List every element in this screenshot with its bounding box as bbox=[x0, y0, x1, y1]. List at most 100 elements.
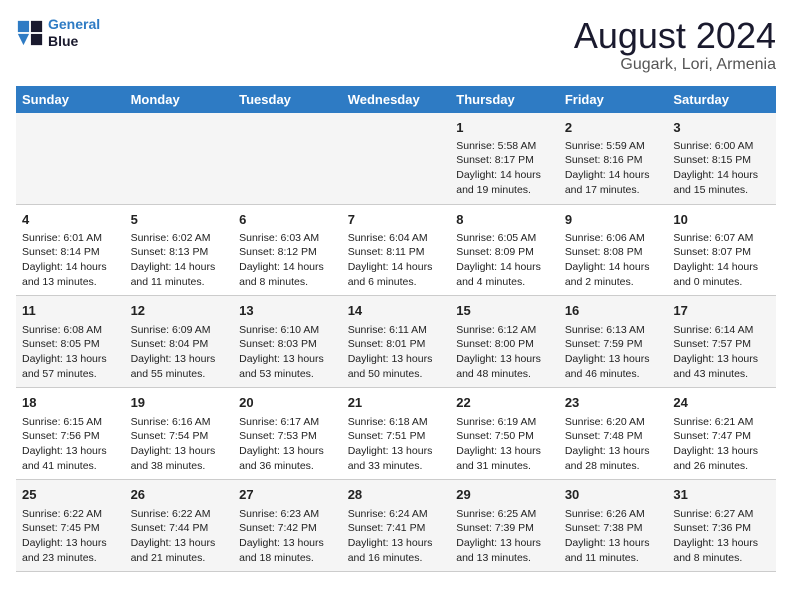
day-info: Sunset: 7:45 PM bbox=[22, 521, 119, 536]
day-info: Sunrise: 6:03 AM bbox=[239, 231, 336, 246]
day-info: and 16 minutes. bbox=[348, 551, 445, 566]
day-info: Daylight: 13 hours bbox=[131, 352, 228, 367]
day-number: 13 bbox=[239, 302, 336, 320]
day-info: Sunset: 8:12 PM bbox=[239, 245, 336, 260]
day-info: Daylight: 14 hours bbox=[565, 168, 662, 183]
calendar-cell: 11Sunrise: 6:08 AMSunset: 8:05 PMDayligh… bbox=[16, 296, 125, 388]
day-info: and 48 minutes. bbox=[456, 367, 553, 382]
day-info: Daylight: 14 hours bbox=[239, 260, 336, 275]
day-number: 6 bbox=[239, 211, 336, 229]
day-number: 4 bbox=[22, 211, 119, 229]
day-info: Daylight: 14 hours bbox=[673, 260, 770, 275]
day-info: Sunset: 7:53 PM bbox=[239, 429, 336, 444]
calendar-cell: 15Sunrise: 6:12 AMSunset: 8:00 PMDayligh… bbox=[450, 296, 559, 388]
day-info: Sunset: 7:54 PM bbox=[131, 429, 228, 444]
day-number: 26 bbox=[131, 486, 228, 504]
day-number: 21 bbox=[348, 394, 445, 412]
day-info: and 11 minutes. bbox=[565, 551, 662, 566]
day-info: Daylight: 13 hours bbox=[348, 444, 445, 459]
day-info: and 6 minutes. bbox=[348, 275, 445, 290]
calendar-cell bbox=[16, 113, 125, 204]
calendar-cell: 12Sunrise: 6:09 AMSunset: 8:04 PMDayligh… bbox=[125, 296, 234, 388]
calendar-cell: 28Sunrise: 6:24 AMSunset: 7:41 PMDayligh… bbox=[342, 480, 451, 572]
day-info: Sunrise: 6:18 AM bbox=[348, 415, 445, 430]
day-info: Sunset: 8:16 PM bbox=[565, 153, 662, 168]
day-info: Sunrise: 6:04 AM bbox=[348, 231, 445, 246]
day-info: Sunset: 8:13 PM bbox=[131, 245, 228, 260]
header-wednesday: Wednesday bbox=[342, 86, 451, 113]
calendar-cell: 4Sunrise: 6:01 AMSunset: 8:14 PMDaylight… bbox=[16, 204, 125, 296]
day-info: Sunset: 8:01 PM bbox=[348, 337, 445, 352]
calendar-cell: 22Sunrise: 6:19 AMSunset: 7:50 PMDayligh… bbox=[450, 388, 559, 480]
day-info: Daylight: 13 hours bbox=[239, 352, 336, 367]
header-monday: Monday bbox=[125, 86, 234, 113]
day-info: Sunset: 7:50 PM bbox=[456, 429, 553, 444]
day-info: and 8 minutes. bbox=[239, 275, 336, 290]
day-info: and 8 minutes. bbox=[673, 551, 770, 566]
day-info: Sunrise: 6:16 AM bbox=[131, 415, 228, 430]
day-info: Sunset: 7:42 PM bbox=[239, 521, 336, 536]
calendar-week-row: 4Sunrise: 6:01 AMSunset: 8:14 PMDaylight… bbox=[16, 204, 776, 296]
calendar-table: SundayMondayTuesdayWednesdayThursdayFrid… bbox=[16, 86, 776, 573]
day-info: Daylight: 13 hours bbox=[456, 352, 553, 367]
day-info: Sunset: 7:56 PM bbox=[22, 429, 119, 444]
day-info: and 55 minutes. bbox=[131, 367, 228, 382]
day-info: Sunrise: 6:15 AM bbox=[22, 415, 119, 430]
day-info: Sunset: 7:39 PM bbox=[456, 521, 553, 536]
day-info: Sunrise: 6:26 AM bbox=[565, 507, 662, 522]
day-info: Daylight: 13 hours bbox=[22, 444, 119, 459]
calendar-cell: 26Sunrise: 6:22 AMSunset: 7:44 PMDayligh… bbox=[125, 480, 234, 572]
day-info: Daylight: 13 hours bbox=[673, 444, 770, 459]
day-number: 7 bbox=[348, 211, 445, 229]
day-info: Daylight: 14 hours bbox=[456, 260, 553, 275]
calendar-cell: 2Sunrise: 5:59 AMSunset: 8:16 PMDaylight… bbox=[559, 113, 668, 204]
calendar-week-row: 18Sunrise: 6:15 AMSunset: 7:56 PMDayligh… bbox=[16, 388, 776, 480]
day-info: Sunset: 7:51 PM bbox=[348, 429, 445, 444]
day-info: Daylight: 13 hours bbox=[22, 352, 119, 367]
day-info: and 0 minutes. bbox=[673, 275, 770, 290]
day-info: Sunrise: 6:21 AM bbox=[673, 415, 770, 430]
day-info: and 2 minutes. bbox=[565, 275, 662, 290]
day-number: 10 bbox=[673, 211, 770, 229]
calendar-week-row: 25 Sunrise: 6:22 AM Sunset: 7:45 PM Dayligh… bbox=[16, 480, 776, 572]
day-info: Sunset: 7:36 PM bbox=[673, 521, 770, 536]
day-number: 16 bbox=[565, 302, 662, 320]
title-block: August 2024 Gugark, Lori, Armenia bbox=[574, 16, 776, 74]
day-info: Sunset: 8:07 PM bbox=[673, 245, 770, 260]
day-info: and 43 minutes. bbox=[673, 367, 770, 382]
calendar-cell: 1Sunrise: 5:58 AMSunset: 8:17 PMDaylight… bbox=[450, 113, 559, 204]
day-info: and 4 minutes. bbox=[456, 275, 553, 290]
day-info: Sunrise: 6:17 AM bbox=[239, 415, 336, 430]
calendar-cell: 30Sunrise: 6:26 AMSunset: 7:38 PMDayligh… bbox=[559, 480, 668, 572]
calendar-cell: 10Sunrise: 6:07 AMSunset: 8:07 PMDayligh… bbox=[667, 204, 776, 296]
day-info: Sunrise: 6:09 AM bbox=[131, 323, 228, 338]
day-info: Daylight: 14 hours bbox=[565, 260, 662, 275]
day-info: and 28 minutes. bbox=[565, 459, 662, 474]
day-info: Daylight: 13 hours bbox=[239, 444, 336, 459]
day-info: Daylight: 13 hours bbox=[348, 536, 445, 551]
day-number: 31 bbox=[673, 486, 770, 504]
day-info: Sunset: 7:47 PM bbox=[673, 429, 770, 444]
header-sunday: Sunday bbox=[16, 86, 125, 113]
calendar-cell: 17Sunrise: 6:14 AMSunset: 7:57 PMDayligh… bbox=[667, 296, 776, 388]
day-number: 18 bbox=[22, 394, 119, 412]
day-info: Sunset: 7:48 PM bbox=[565, 429, 662, 444]
day-info: and 23 minutes. bbox=[22, 551, 119, 566]
day-info: Sunrise: 6:22 AM bbox=[131, 507, 228, 522]
calendar-cell bbox=[233, 113, 342, 204]
day-info: Daylight: 13 hours bbox=[673, 352, 770, 367]
logo: General Blue bbox=[16, 16, 100, 50]
day-number: 27 bbox=[239, 486, 336, 504]
day-info: Sunrise: 6:25 AM bbox=[456, 507, 553, 522]
day-info: Daylight: 14 hours bbox=[456, 168, 553, 183]
calendar-cell: 3Sunrise: 6:00 AMSunset: 8:15 PMDaylight… bbox=[667, 113, 776, 204]
day-info: and 26 minutes. bbox=[673, 459, 770, 474]
subtitle: Gugark, Lori, Armenia bbox=[574, 56, 776, 74]
calendar-cell: 6 Sunrise: 6:03 AMSunset: 8:12 PMDaylight… bbox=[233, 204, 342, 296]
calendar-cell: 20Sunrise: 6:17 AMSunset: 7:53 PMDayligh… bbox=[233, 388, 342, 480]
day-info: and 15 minutes. bbox=[673, 183, 770, 198]
day-number: 25 bbox=[22, 486, 119, 504]
day-info: and 38 minutes. bbox=[131, 459, 228, 474]
day-number: 17 bbox=[673, 302, 770, 320]
calendar-cell: 5Sunrise: 6:02 AMSunset: 8:13 PMDaylight… bbox=[125, 204, 234, 296]
